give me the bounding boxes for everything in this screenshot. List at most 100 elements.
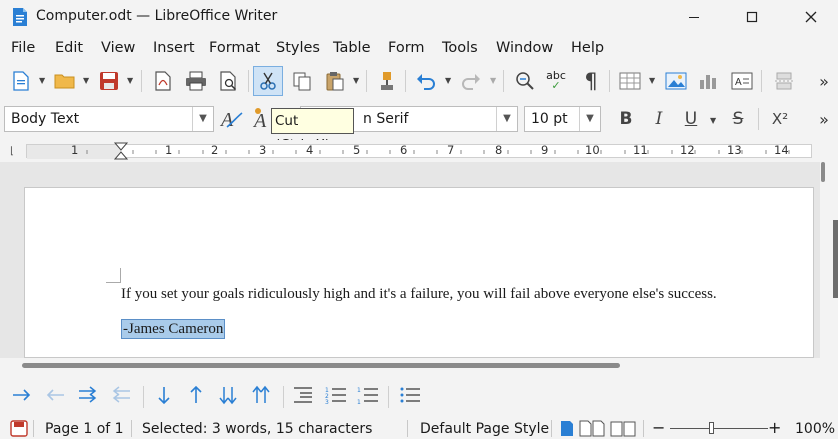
menu-format[interactable]: Format: [209, 40, 260, 56]
find-replace-icon[interactable]: [510, 66, 540, 96]
insert-chart-icon[interactable]: [693, 66, 723, 96]
chevron-down-icon[interactable]: ▼: [83, 76, 89, 85]
chevron-down-icon[interactable]: ▼: [496, 107, 517, 131]
undo-icon[interactable]: [411, 66, 441, 96]
cut-icon[interactable]: [253, 66, 283, 96]
strikethrough-button[interactable]: S: [723, 104, 753, 134]
promote-arrow-icon[interactable]: [40, 380, 70, 410]
ruler-label: 2: [211, 143, 219, 157]
page-count[interactable]: Page 1 of 1: [45, 421, 124, 437]
chevron-down-icon[interactable]: ▼: [649, 76, 655, 85]
bullets-numbering-dialog-icon[interactable]: [395, 380, 425, 410]
selected-signature[interactable]: -James Cameron: [121, 319, 226, 339]
insert-page-break-icon[interactable]: [769, 66, 799, 96]
zoom-slider-handle[interactable]: [709, 422, 714, 434]
zoom-out-button[interactable]: −: [652, 418, 665, 437]
superscript-button[interactable]: X²: [765, 104, 795, 134]
redo-icon[interactable]: [456, 66, 486, 96]
move-down-subpoints-icon[interactable]: [213, 380, 243, 410]
tab-stop-icon[interactable]: ⌊: [10, 146, 14, 157]
close-button[interactable]: [789, 4, 833, 30]
single-page-view-icon[interactable]: [560, 420, 574, 437]
chevron-down-icon[interactable]: ▼: [445, 76, 451, 85]
chevron-down-icon[interactable]: ▼: [710, 116, 716, 125]
chevron-down-icon[interactable]: ▼: [192, 107, 213, 131]
menu-window[interactable]: Window: [496, 40, 553, 56]
insert-image-icon[interactable]: [661, 66, 691, 96]
ruler-label: 1: [165, 143, 173, 157]
menu-edit[interactable]: Edit: [55, 40, 83, 56]
chevron-down-icon[interactable]: ▼: [127, 76, 133, 85]
ruler-label: 9: [541, 143, 549, 157]
demote-subpoints-icon[interactable]: [73, 380, 103, 410]
menu-view[interactable]: View: [101, 40, 135, 56]
chevron-down-icon[interactable]: ▼: [490, 76, 496, 85]
paragraph-style-combo[interactable]: Body Text ▼: [4, 106, 214, 132]
standard-toolbar: ▼ ▼ ▼ ▼ ▼ ▼ abc ✓ ¶ ▼ A »: [0, 62, 838, 102]
underline-button[interactable]: U: [676, 104, 706, 134]
insert-textbox-icon[interactable]: A: [727, 66, 757, 96]
indent-marker-icon[interactable]: [114, 142, 128, 160]
svg-text:A: A: [735, 77, 742, 88]
ruler-label: 8: [495, 143, 503, 157]
menu-table[interactable]: Table: [333, 40, 371, 56]
menu-help[interactable]: Help: [571, 40, 604, 56]
writer-doc-icon: [12, 7, 28, 27]
quote-paragraph[interactable]: If you set your goals ridiculously high …: [121, 286, 717, 303]
menu-bar: File Edit View Insert Format Styles Tabl…: [0, 36, 838, 62]
horizontal-scrollbar[interactable]: [0, 358, 838, 376]
vertical-scroll-thumb[interactable]: [821, 162, 825, 182]
move-up-subpoints-icon[interactable]: [246, 380, 276, 410]
copy-icon[interactable]: [287, 66, 317, 96]
status-bar: Page 1 of 1 Selected: 3 words, 15 charac…: [0, 418, 838, 439]
clone-formatting-icon[interactable]: [372, 66, 402, 96]
sidebar-handle[interactable]: [833, 220, 838, 298]
new-document-icon[interactable]: [6, 66, 36, 96]
ruler-label: 4: [306, 143, 314, 157]
text-boundary-corner: [106, 268, 121, 283]
update-style-icon[interactable]: A: [217, 104, 247, 134]
multi-page-view-icon[interactable]: [579, 420, 605, 437]
word-count[interactable]: Selected: 3 words, 15 characters: [142, 421, 372, 437]
promote-subpoints-icon[interactable]: [106, 380, 136, 410]
vertical-scrollbar[interactable]: [820, 162, 838, 358]
chevron-down-icon[interactable]: ▼: [39, 76, 45, 85]
open-folder-icon[interactable]: [50, 66, 80, 96]
zoom-in-button[interactable]: +: [768, 418, 781, 437]
menu-styles[interactable]: Styles: [276, 40, 320, 56]
paste-icon[interactable]: [320, 66, 350, 96]
font-size-combo[interactable]: 10 pt ▼: [524, 106, 601, 132]
maximize-button[interactable]: [730, 4, 774, 30]
more-options-icon[interactable]: »: [814, 66, 834, 96]
zoom-level[interactable]: 100%: [795, 421, 835, 437]
move-down-icon[interactable]: [149, 380, 179, 410]
minimize-button[interactable]: [672, 4, 716, 30]
more-options-icon[interactable]: »: [814, 104, 834, 134]
restart-numbering-icon[interactable]: 11: [353, 380, 383, 410]
print-icon[interactable]: [181, 66, 211, 96]
print-preview-icon[interactable]: [214, 66, 244, 96]
zoom-slider[interactable]: [670, 428, 768, 429]
move-up-icon[interactable]: [181, 380, 211, 410]
bold-button[interactable]: B: [611, 104, 641, 134]
page-style[interactable]: Default Page Style: [420, 421, 549, 437]
demote-arrow-icon[interactable]: [7, 380, 37, 410]
save-icon[interactable]: [94, 66, 124, 96]
italic-button[interactable]: I: [644, 104, 674, 134]
menu-form[interactable]: Form: [388, 40, 425, 56]
chevron-down-icon[interactable]: ▼: [579, 107, 600, 131]
export-pdf-icon[interactable]: [148, 66, 178, 96]
document-modified-icon[interactable]: [10, 420, 28, 437]
spelling-icon[interactable]: abc ✓: [541, 66, 571, 96]
chevron-down-icon[interactable]: ▼: [353, 76, 359, 85]
horizontal-scroll-thumb[interactable]: [22, 363, 620, 368]
formatting-marks-icon[interactable]: ¶: [576, 66, 606, 96]
menu-file[interactable]: File: [11, 40, 35, 56]
numbered-list-icon[interactable]: 123: [321, 380, 351, 410]
insert-table-icon[interactable]: [615, 66, 645, 96]
svg-text:1: 1: [357, 387, 361, 394]
insert-unnumbered-entry-icon[interactable]: [288, 380, 318, 410]
book-view-icon[interactable]: [610, 420, 636, 437]
menu-insert[interactable]: Insert: [153, 40, 195, 56]
menu-tools[interactable]: Tools: [442, 40, 478, 56]
